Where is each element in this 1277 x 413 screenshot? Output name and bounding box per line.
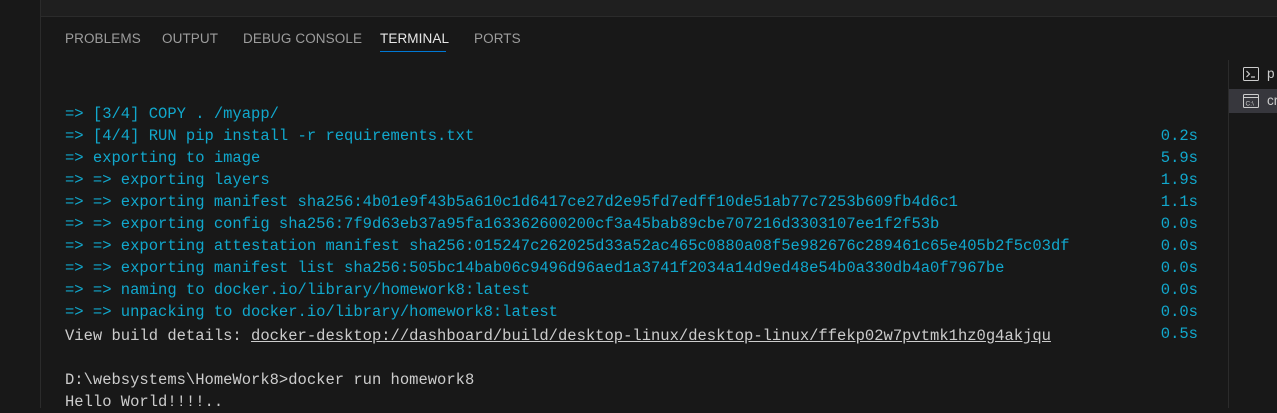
build-line-time: 0.5s xyxy=(1160,325,1198,343)
bottom-panel: PROBLEMS OUTPUT DEBUG CONSOLE TERMINAL P… xyxy=(41,17,1277,411)
program-output-line: Hello World!!!!.. xyxy=(65,393,224,411)
terminal-tab-label: p xyxy=(1267,66,1275,81)
tab-ports[interactable]: PORTS xyxy=(474,31,521,46)
editor-area-edge xyxy=(41,0,1277,17)
build-line: => => exporting config sha256:7f9d63eb37… xyxy=(41,191,1206,255)
build-line: => exporting to image 1.9s xyxy=(41,125,1206,189)
build-line: => => naming to docker.io/library/homewo… xyxy=(41,257,1206,321)
build-line: => => exporting layers 1.1s xyxy=(41,147,1206,211)
cmd-icon: C:\ xyxy=(1243,94,1259,108)
build-details-link[interactable]: docker-desktop://dashboard/build/desktop… xyxy=(251,327,1051,345)
terminal-tabs-list: p C:\ cr xyxy=(1228,60,1277,408)
view-build-details-line: View build details: docker-desktop://das… xyxy=(65,325,1051,347)
build-line-text: => => unpacking to docker.io/library/hom… xyxy=(65,303,558,321)
tab-terminal[interactable]: TERMINAL xyxy=(380,31,449,46)
tab-problems[interactable]: PROBLEMS xyxy=(65,31,141,46)
view-build-details-label: View build details: xyxy=(65,327,252,345)
tab-output[interactable]: OUTPUT xyxy=(162,31,218,46)
build-line: => => exporting attestation manifest sha… xyxy=(41,213,1206,277)
build-line: => => unpacking to docker.io/library/hom… xyxy=(41,279,1206,343)
panel-tab-bar: PROBLEMS OUTPUT DEBUG CONSOLE TERMINAL P… xyxy=(41,17,1277,61)
build-line-time: 0.0s xyxy=(1160,303,1198,321)
command-prompt-line: D:\websystems\HomeWork8>docker run homew… xyxy=(65,371,475,389)
svg-text:C:\: C:\ xyxy=(1246,101,1255,108)
build-line: => => exporting manifest list sha256:505… xyxy=(41,235,1206,299)
activity-bar-edge xyxy=(0,0,41,408)
build-line: => [4/4] RUN pip install -r requirements… xyxy=(41,103,1206,167)
terminal-output[interactable]: => [3/4] COPY . /myapp/ 0.2s => [4/4] RU… xyxy=(41,79,1221,411)
powershell-icon xyxy=(1243,67,1259,81)
build-line: => [3/4] COPY . /myapp/ 0.2s xyxy=(41,81,1206,145)
terminal-tab-cmd[interactable]: C:\ cr xyxy=(1229,89,1277,113)
build-line: => => exporting manifest sha256:4b01e9f4… xyxy=(41,169,1206,233)
active-tab-indicator xyxy=(380,51,446,52)
tab-debug-console[interactable]: DEBUG CONSOLE xyxy=(243,31,362,46)
terminal-tab-label: cr xyxy=(1267,93,1277,108)
terminal-tab-powershell[interactable]: p xyxy=(1229,62,1277,86)
